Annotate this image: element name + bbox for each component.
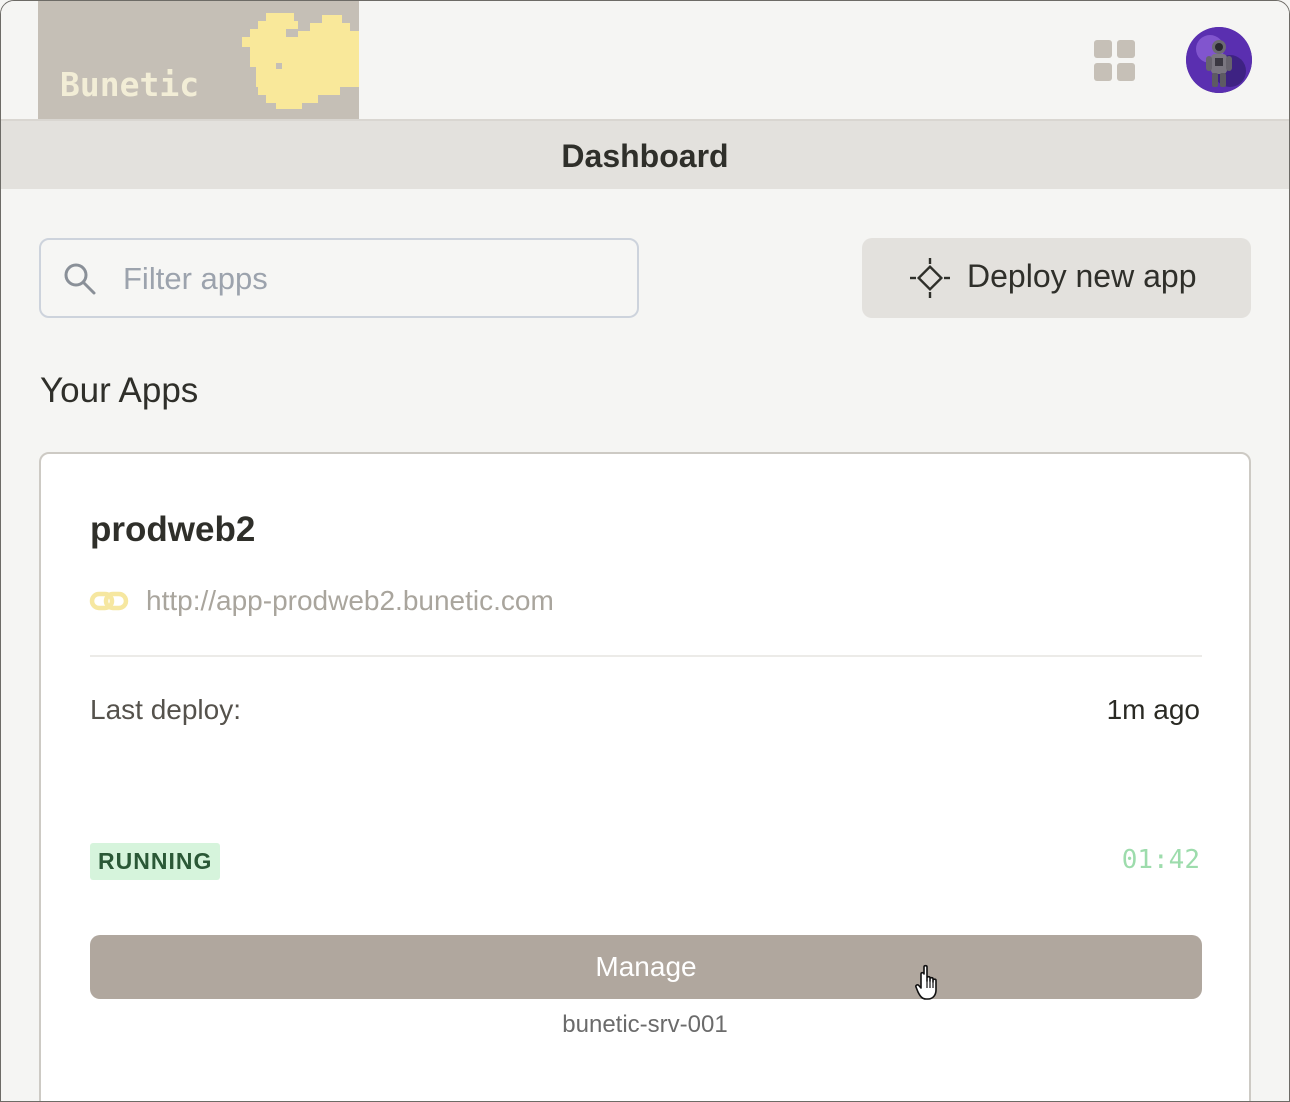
status-badge: RUNNING (90, 843, 221, 880)
deploy-new-app-button[interactable]: Deploy new app (862, 238, 1251, 318)
app-url-link[interactable]: http://app-prodweb2.bunetic.com (146, 585, 554, 617)
app-card: prodweb2 http://app-prodweb2.bunetic.com… (39, 452, 1251, 1101)
brand-logo[interactable]: Bunetic (38, 1, 359, 119)
manage-button[interactable]: Manage (90, 935, 1202, 999)
page-title: Dashboard (561, 138, 729, 174)
grid-cell (1094, 40, 1112, 58)
last-deploy-value: 1m ago (1106, 694, 1200, 725)
search-icon (64, 263, 96, 295)
grid-cell (1117, 40, 1135, 58)
server-name: bunetic-srv-001 (562, 1011, 728, 1038)
grid-icon[interactable] (1094, 40, 1136, 82)
grid-cell (1094, 63, 1112, 81)
page-header: Dashboard (1, 119, 1289, 189)
grid-cell (1117, 63, 1135, 81)
last-deploy-label: Last deploy: (90, 694, 241, 725)
app-name: prodweb2 (90, 510, 256, 549)
section-title: Your Apps (40, 371, 199, 410)
filter-input[interactable] (121, 254, 615, 304)
top-bar: Bunetic (1, 1, 1289, 119)
bunny-icon (242, 13, 359, 109)
crosshair-icon (910, 258, 950, 298)
user-avatar[interactable] (1186, 27, 1252, 93)
filter-field[interactable] (39, 238, 639, 318)
brand-name: Bunetic (60, 65, 200, 104)
deploy-new-app-label: Deploy new app (967, 258, 1197, 294)
link-icon (89, 591, 129, 611)
astronaut-icon (1186, 27, 1252, 93)
divider (90, 655, 1202, 657)
app-window: Bunetic Dashboard Filter apps Deploy new… (0, 0, 1290, 1102)
uptime-timer: 01:42 (1121, 845, 1200, 875)
